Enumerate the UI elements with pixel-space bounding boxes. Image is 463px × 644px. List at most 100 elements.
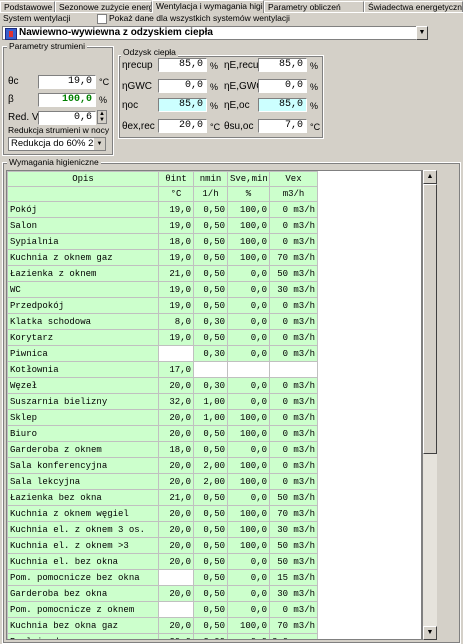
room-name-cell[interactable]: Kuchnia z oknem węgiel <box>7 505 159 522</box>
value-cell[interactable]: 20,0 <box>158 521 194 538</box>
value-cell[interactable]: 100,0 <box>227 457 270 474</box>
value-cell[interactable]: 0 m3/h <box>269 201 318 218</box>
value-cell[interactable]: 2,00 <box>193 457 228 474</box>
table-row[interactable]: Pralnia domowa20,02,000,02,0 wym. <box>7 633 318 639</box>
value-cell[interactable]: 0,0 <box>227 329 270 346</box>
room-name-cell[interactable]: Łazienka z oknem <box>7 265 159 282</box>
value-cell[interactable]: 100,0 <box>227 537 270 554</box>
value-cell[interactable]: 100,0 <box>227 201 270 218</box>
value-cell[interactable]: 0,0 <box>227 633 270 639</box>
value-cell[interactable]: 21,0 <box>158 265 194 282</box>
value-cell[interactable]: 1,00 <box>193 409 228 426</box>
value-cell[interactable]: 20,0 <box>158 473 194 490</box>
value-cell[interactable]: 20,0 <box>158 505 194 522</box>
value-cell[interactable]: 0,50 <box>193 617 228 634</box>
beta-input[interactable]: 100,0 <box>38 93 96 107</box>
value-cell[interactable] <box>193 361 228 378</box>
eta-e-recup-input[interactable]: 85,0 <box>258 58 307 72</box>
value-cell[interactable]: 0 m3/h <box>269 345 318 362</box>
room-name-cell[interactable]: Sypialnia <box>7 233 159 250</box>
value-cell[interactable]: 0,50 <box>193 489 228 506</box>
table-row[interactable]: Węzeł 20,0 0,30 0,0 0 m3/h <box>7 377 318 394</box>
value-cell[interactable]: 0,50 <box>193 585 228 602</box>
value-cell[interactable]: 0,50 <box>193 601 228 618</box>
value-cell[interactable]: 100,0 <box>227 249 270 266</box>
red-vo-input[interactable]: 0,6 <box>38 111 96 125</box>
room-name-cell[interactable]: Biuro <box>7 425 159 442</box>
value-cell[interactable]: 0,30 <box>193 313 228 330</box>
table-row[interactable]: Przedpokój 19,0 0,50 0,0 0 m3/h <box>7 297 318 314</box>
value-cell[interactable]: 0,50 <box>193 233 228 250</box>
value-cell[interactable]: 0,50 <box>193 297 228 314</box>
table-row[interactable]: Pom. pomocnicze z oknem 0,50 0,0 0 m3/h <box>7 601 318 618</box>
value-cell[interactable]: 1,00 <box>193 393 228 410</box>
tab-sezonowe-zuzycie[interactable]: Sezonowe zużycie energii E <box>55 1 152 12</box>
table-row[interactable]: Kotłownia 17,0 <box>7 361 318 378</box>
room-name-cell[interactable]: Kuchnia el. z oknem >3 <box>7 537 159 554</box>
tab-parametry-obliczen[interactable]: Parametry obliczeń <box>264 1 364 12</box>
room-name-cell[interactable]: Pom. pomocnicze z oknem <box>7 601 159 618</box>
room-name-cell[interactable]: Łazienka bez okna <box>7 489 159 506</box>
table-row[interactable]: Klatka schodowa 8,0 0,30 0,0 0 m3/h <box>7 313 318 330</box>
column-header[interactable]: Sve,min <box>227 171 270 187</box>
room-name-cell[interactable]: Klatka schodowa <box>7 313 159 330</box>
value-cell[interactable]: 100,0 <box>227 521 270 538</box>
value-cell[interactable]: 20,0 <box>158 409 194 426</box>
value-cell[interactable]: 20,0 <box>158 553 194 570</box>
reduction-select[interactable]: Redukcja do 60% 22 ▼ <box>8 137 106 151</box>
value-cell[interactable]: 20,0 <box>158 633 194 639</box>
value-cell[interactable]: 0,50 <box>193 505 228 522</box>
value-cell[interactable]: 0 m3/h <box>269 297 318 314</box>
room-name-cell[interactable]: Korytarz <box>7 329 159 346</box>
table-row[interactable]: Korytarz 19,0 0,50 0,0 0 m3/h <box>7 329 318 346</box>
value-cell[interactable]: 19,0 <box>158 297 194 314</box>
value-cell[interactable]: 30 m3/h <box>269 281 318 298</box>
value-cell[interactable]: 0,50 <box>193 425 228 442</box>
value-cell[interactable]: 0 m3/h <box>269 313 318 330</box>
room-name-cell[interactable]: Garderoba bez okna <box>7 585 159 602</box>
value-cell[interactable]: 0 m3/h <box>269 409 318 426</box>
value-cell[interactable]: 0,50 <box>193 569 228 586</box>
room-name-cell[interactable]: Kuchnia el. z oknem 3 os. <box>7 521 159 538</box>
value-cell[interactable]: 0 m3/h <box>269 217 318 234</box>
value-cell[interactable]: 21,0 <box>158 489 194 506</box>
value-cell[interactable]: 20,0 <box>158 377 194 394</box>
value-cell[interactable]: 100,0 <box>227 505 270 522</box>
value-cell[interactable]: 0 m3/h <box>269 425 318 442</box>
value-cell[interactable]: 2,00 <box>193 633 228 639</box>
value-cell[interactable]: 50 m3/h <box>269 537 318 554</box>
value-cell[interactable]: 20,0 <box>158 617 194 634</box>
table-row[interactable]: Garderoba z oknem 18,0 0,50 0,0 0 m3/h <box>7 441 318 458</box>
value-cell[interactable]: 0,0 <box>227 601 270 618</box>
value-cell[interactable]: 0,50 <box>193 217 228 234</box>
eta-e-gwc-input[interactable]: 0,0 <box>258 79 307 93</box>
system-dropdown-chevron-down-icon[interactable]: ▼ <box>416 26 428 40</box>
system-select[interactable]: Nawiewno-wywiewna z odzyskiem ciepła <box>2 26 418 40</box>
value-cell[interactable]: 50 m3/h <box>269 489 318 506</box>
table-row[interactable]: Pom. pomocnicze bez okna 0,50 0,0 15 m3/h <box>7 569 318 586</box>
show-all-checkbox[interactable] <box>97 14 107 24</box>
value-cell[interactable]: 19,0 <box>158 217 194 234</box>
room-name-cell[interactable]: Kuchnia el. bez okna <box>7 553 159 570</box>
value-cell[interactable]: 0 m3/h <box>269 457 318 474</box>
value-cell[interactable]: 20,0 <box>158 537 194 554</box>
table-row[interactable]: Sala lekcyjna 20,0 2,00 100,0 0 m3/h <box>7 473 318 490</box>
value-cell[interactable]: 0,0 <box>227 441 270 458</box>
room-name-cell[interactable]: Węzeł <box>7 377 159 394</box>
value-cell[interactable]: 0 m3/h <box>269 601 318 618</box>
value-cell[interactable]: 0,0 <box>227 265 270 282</box>
table-row[interactable]: Pokój 19,0 0,50 100,0 0 m3/h <box>7 201 318 218</box>
value-cell[interactable]: 0,50 <box>193 201 228 218</box>
value-cell[interactable]: 50 m3/h <box>269 553 318 570</box>
value-cell[interactable]: 19,0 <box>158 329 194 346</box>
value-cell[interactable] <box>158 601 194 618</box>
value-cell[interactable]: 0,0 <box>227 553 270 570</box>
room-name-cell[interactable]: Salon <box>7 217 159 234</box>
room-name-cell[interactable]: Kotłownia <box>7 361 159 378</box>
table-row[interactable]: Kuchnia z oknem węgiel 20,0 0,50 100,0 70 m3… <box>7 505 318 522</box>
value-cell[interactable] <box>227 361 270 378</box>
table-row[interactable]: Kuchnia el. z oknem 3 os. 20,0 0,50 100,0 30… <box>7 521 318 538</box>
value-cell[interactable]: 2,00 <box>193 473 228 490</box>
tab-wentylacja[interactable]: Wentylacja i wymagania higieniczne <box>152 0 264 13</box>
value-cell[interactable]: 70 m3/h <box>269 249 318 266</box>
